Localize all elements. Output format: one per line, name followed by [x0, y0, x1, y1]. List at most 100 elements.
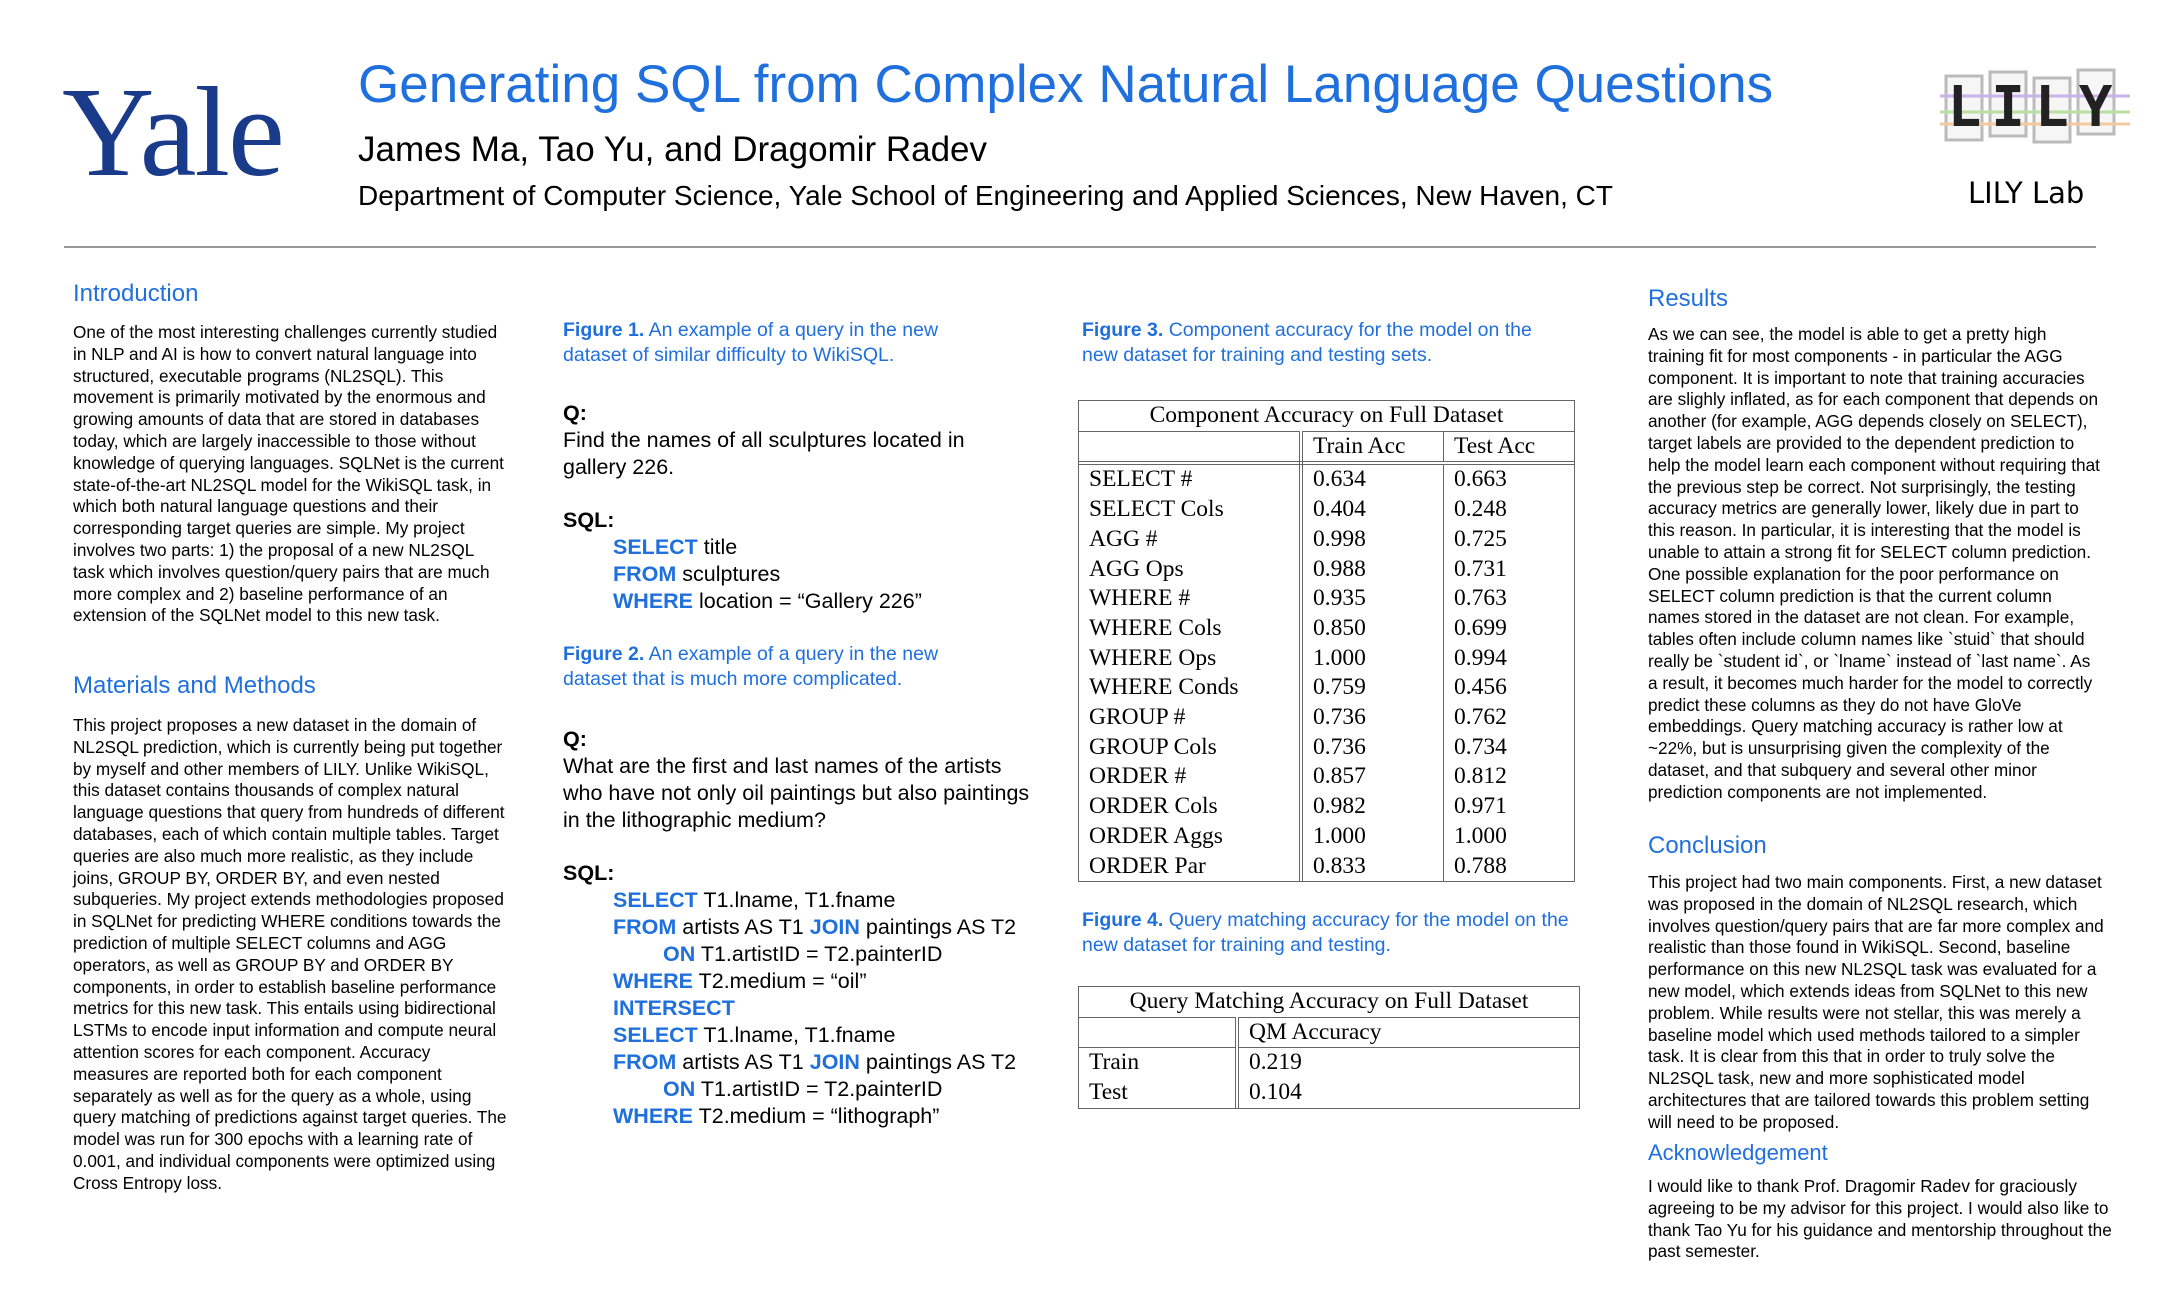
sql-keyword: ON — [663, 942, 696, 966]
figure1-sql-label: SQL: — [563, 508, 615, 532]
table-cell: 0.982 — [1301, 792, 1444, 822]
sql-line: WHERE T2.medium = “oil” — [563, 968, 1043, 995]
table-row: AGG #0.998 0.725 — [1079, 524, 1574, 555]
table-row: ORDER #0.857 0.812 — [1079, 762, 1574, 793]
table-cell: 0.725 — [1454, 525, 1507, 552]
conclusion-body: This project had two main components. Fi… — [1648, 872, 2104, 1132]
figure2-example: Q: What are the first and last names of … — [563, 726, 1043, 1130]
table-row: WHERE Cols 0.850 0.699 — [1079, 613, 1574, 644]
component-accuracy-table-box: Component Accuracy on Full Dataset Train… — [1078, 400, 1575, 883]
figure1-caption: Figure 1. An example of a query in the n… — [563, 318, 1003, 367]
header-divider — [64, 246, 2096, 248]
table-cell: WHERE Conds — [1079, 673, 1303, 704]
sql-line: SELECT title — [563, 534, 1023, 561]
sql-keyword: SELECT — [613, 535, 698, 559]
table3-header: Train Acc — [1301, 431, 1444, 466]
figure2-caption: Figure 2. An example of a query in the n… — [563, 642, 1003, 691]
figure2-question: What are the first and last names of the… — [563, 754, 1030, 832]
table3-title: Component Accuracy on Full Dataset — [1079, 401, 1574, 432]
sql-line: FROM artists AS T1 JOIN paintings AS T2 — [563, 1049, 1043, 1076]
table-cell: WHERE # — [1079, 584, 1303, 614]
sql-text: T1.lname, T1.fname — [697, 888, 896, 912]
lily-lab-logo: LILY — [1940, 68, 2130, 144]
sql-keyword: ON — [663, 1077, 696, 1101]
table4-header: QM Accuracy — [1237, 1017, 1579, 1049]
figure2-sql: SELECT T1.lname, T1.fname FROM artists AS… — [563, 887, 1043, 1130]
results-heading: Results — [1648, 285, 1729, 312]
sql-text: sculptures — [676, 562, 781, 586]
sql-keyword: SELECT — [613, 1023, 698, 1047]
table-cell: 0.734 — [1454, 733, 1507, 760]
table-cell: 1.000 — [1301, 821, 1444, 852]
table-row: SELECT #0.634 0.663 — [1079, 463, 1574, 496]
sql-text: T1.artistID = T2.painterID — [695, 942, 943, 966]
sql-text: location = “Gallery 226” — [693, 589, 922, 613]
sql-text: paintings AS T2 — [859, 1050, 1017, 1074]
table-cell: SELECT # — [1079, 463, 1303, 496]
table-cell: 0.762 — [1454, 704, 1507, 731]
table-cell: ORDER Par — [1079, 851, 1303, 882]
table-row: ORDER Cols 0.982 0.971 — [1079, 792, 1574, 822]
table-cell: 0.788 — [1454, 852, 1507, 879]
table-cell: ORDER # — [1079, 762, 1303, 793]
table-row: AGG Ops 0.988 0.731 — [1079, 554, 1574, 585]
table-cell: SELECT Cols — [1079, 495, 1303, 525]
table-row: SELECT Cols 0.404 0.248 — [1079, 495, 1574, 525]
sql-line: FROM sculptures — [563, 561, 1023, 588]
sql-line: WHERE location = “Gallery 226” — [563, 588, 1023, 615]
sql-line: SELECT T1.lname, T1.fname — [563, 1022, 1043, 1049]
table-row: WHERE Conds 0.759 0.456 — [1079, 673, 1574, 704]
lily-logo-text: LILY — [1948, 75, 2123, 140]
sql-keyword: WHERE — [613, 969, 694, 993]
table-row: GROUP Cols 0.736 0.734 — [1079, 732, 1574, 763]
table-row: GROUP #0.736 0.762 — [1079, 703, 1574, 733]
table-cell: 1.000 — [1301, 643, 1444, 674]
sql-keyword: JOIN — [809, 915, 860, 939]
acknowledgement-body: I would like to thank Prof. Dragomir Rad… — [1648, 1176, 2112, 1262]
table3-header: Test Acc — [1443, 431, 1574, 466]
table-cell: 0.731 — [1454, 555, 1507, 582]
table-cell: 0.850 — [1301, 613, 1444, 644]
acknowledgement-heading: Acknowledgement — [1648, 1140, 1828, 1165]
table-cell: 0.736 — [1301, 732, 1444, 763]
table-cell: 0.759 — [1301, 673, 1444, 704]
table-cell: 0.998 — [1301, 524, 1444, 555]
introduction-heading: Introduction — [73, 280, 199, 307]
table-row: WHERE #0.935 0.763 — [1079, 584, 1574, 614]
table-row: ORDER Par 0.833 0.788 — [1079, 851, 1574, 882]
results-body: As we can see, the model is able to get … — [1648, 324, 2100, 802]
table-cell: Train — [1079, 1047, 1239, 1079]
table-cell: 0.763 — [1454, 585, 1507, 612]
component-accuracy-table: Component Accuracy on Full Dataset Train… — [1079, 401, 1574, 882]
table-cell: 0.812 — [1454, 763, 1507, 790]
sql-line: INTERSECT — [563, 995, 1043, 1022]
sql-keyword: INTERSECT — [613, 996, 735, 1020]
figure4-caption: Figure 4. Query matching accuracy for th… — [1082, 908, 1572, 957]
figure1-sql: SELECT title FROM sculptures WHERE locatio… — [563, 534, 1023, 615]
sql-text: T1.artistID = T2.painterID — [695, 1077, 943, 1101]
table-row: Train 0.219 — [1079, 1047, 1579, 1079]
methods-body: This project proposes a new dataset in t… — [73, 715, 507, 1193]
sql-line: ON T1.artistID = T2.painterID — [563, 941, 1043, 968]
affiliation: Department of Computer Science, Yale Sch… — [358, 180, 1613, 211]
sql-text: artists AS T1 — [676, 915, 810, 939]
introduction-body: One of the most interesting challenges c… — [73, 322, 504, 626]
table-row: Test 0.104 — [1079, 1078, 1579, 1108]
sql-keyword: FROM — [613, 915, 677, 939]
authors: James Ma, Tao Yu, and Dragomir Radev — [358, 130, 988, 169]
table-cell: 0.935 — [1301, 584, 1444, 614]
lily-lab-label: LILY Lab — [1968, 176, 2085, 210]
figure2-label: Figure 2. — [563, 643, 645, 665]
sql-text: T1.lname, T1.fname — [697, 1023, 896, 1047]
table-cell: ORDER Aggs — [1079, 821, 1303, 852]
table-row: WHERE Ops 1.000 0.994 — [1079, 643, 1574, 674]
figure1-question: Find the names of all sculptures located… — [563, 428, 965, 479]
table-cell: 0.857 — [1301, 762, 1444, 793]
conclusion-heading: Conclusion — [1648, 832, 1767, 859]
sql-text: T2.medium = “lithograph” — [693, 1104, 940, 1128]
table-cell: 0.219 — [1249, 1049, 1302, 1076]
figure1-label: Figure 1. — [563, 319, 645, 341]
figure1-q-label: Q: — [563, 401, 587, 425]
table-cell: 0.988 — [1301, 554, 1444, 585]
table-cell: 0.248 — [1454, 496, 1507, 523]
